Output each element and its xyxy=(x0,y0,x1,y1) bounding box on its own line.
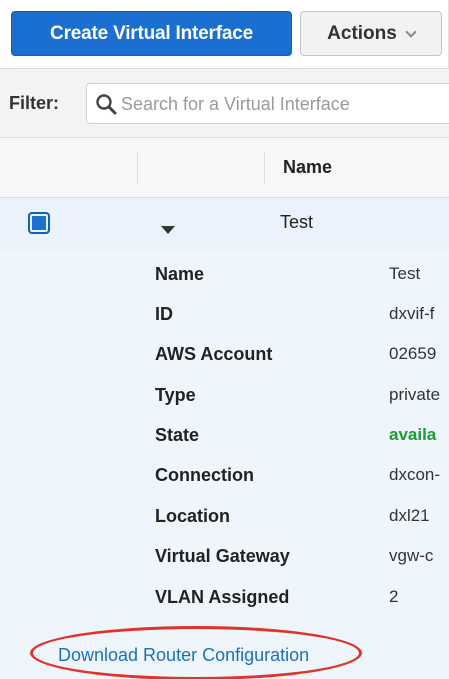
virtual-interfaces-page: Create Virtual Interface Actions Filter:… xyxy=(0,0,449,679)
detail-row-id: ID dxvif-f xyxy=(0,296,449,336)
row-checkbox[interactable] xyxy=(28,212,50,234)
detail-value: Test xyxy=(389,264,421,283)
create-virtual-interface-button[interactable]: Create Virtual Interface xyxy=(11,11,292,56)
detail-row-state: State availa xyxy=(0,417,449,457)
column-separator xyxy=(137,152,138,184)
detail-value: dxl21 xyxy=(389,506,430,525)
details-panel: Name Test ID dxvif-f AWS Account 02659 T… xyxy=(0,250,449,679)
detail-value: 02659 xyxy=(389,344,437,363)
filter-bar: Filter: xyxy=(0,68,449,138)
detail-label: Name xyxy=(155,264,205,284)
detail-row-type: Type private xyxy=(0,377,449,417)
expand-caret-icon[interactable] xyxy=(161,226,175,234)
detail-row-connection: Connection dxcon- xyxy=(0,457,449,497)
detail-label: VLAN Assigned xyxy=(155,587,290,607)
search-icon xyxy=(96,94,117,115)
detail-label: State xyxy=(155,425,200,445)
detail-row-name: Name Test xyxy=(0,256,449,296)
table-row[interactable]: Test xyxy=(0,198,449,250)
detail-row-virtual-gateway: Virtual Gateway vgw-c xyxy=(0,538,449,578)
chevron-down-icon xyxy=(405,25,417,38)
detail-value: vgw-c xyxy=(389,546,434,565)
detail-value: dxvif-f xyxy=(389,304,435,323)
detail-row-aws-account: AWS Account 02659 xyxy=(0,336,449,376)
row-name: Test xyxy=(280,212,314,232)
detail-row-vlan-assigned: VLAN Assigned 2 xyxy=(0,579,449,619)
detail-value: 2 xyxy=(389,587,399,606)
filter-label: Filter: xyxy=(9,93,60,113)
toolbar: Create Virtual Interface Actions xyxy=(0,0,449,68)
actions-dropdown-button[interactable]: Actions xyxy=(300,11,442,56)
state-value: availa xyxy=(389,425,437,444)
detail-label: Type xyxy=(155,385,196,405)
search-box[interactable] xyxy=(86,83,449,124)
detail-label: ID xyxy=(155,304,173,324)
actions-label: Actions xyxy=(327,22,397,44)
search-input[interactable] xyxy=(121,91,449,117)
detail-row-location: Location dxl21 xyxy=(0,498,449,538)
detail-label: Virtual Gateway xyxy=(155,546,290,566)
detail-label: Location xyxy=(155,506,230,526)
column-header-name[interactable]: Name xyxy=(283,157,332,178)
detail-value: dxcon- xyxy=(389,465,441,484)
create-virtual-interface-label: Create Virtual Interface xyxy=(50,22,253,44)
detail-value: private xyxy=(389,385,441,404)
download-router-configuration-link[interactable]: Download Router Configuration xyxy=(58,645,309,666)
table-header: Name xyxy=(0,138,449,198)
detail-label: AWS Account xyxy=(155,344,273,364)
column-separator xyxy=(264,152,265,184)
detail-label: Connection xyxy=(155,465,254,485)
